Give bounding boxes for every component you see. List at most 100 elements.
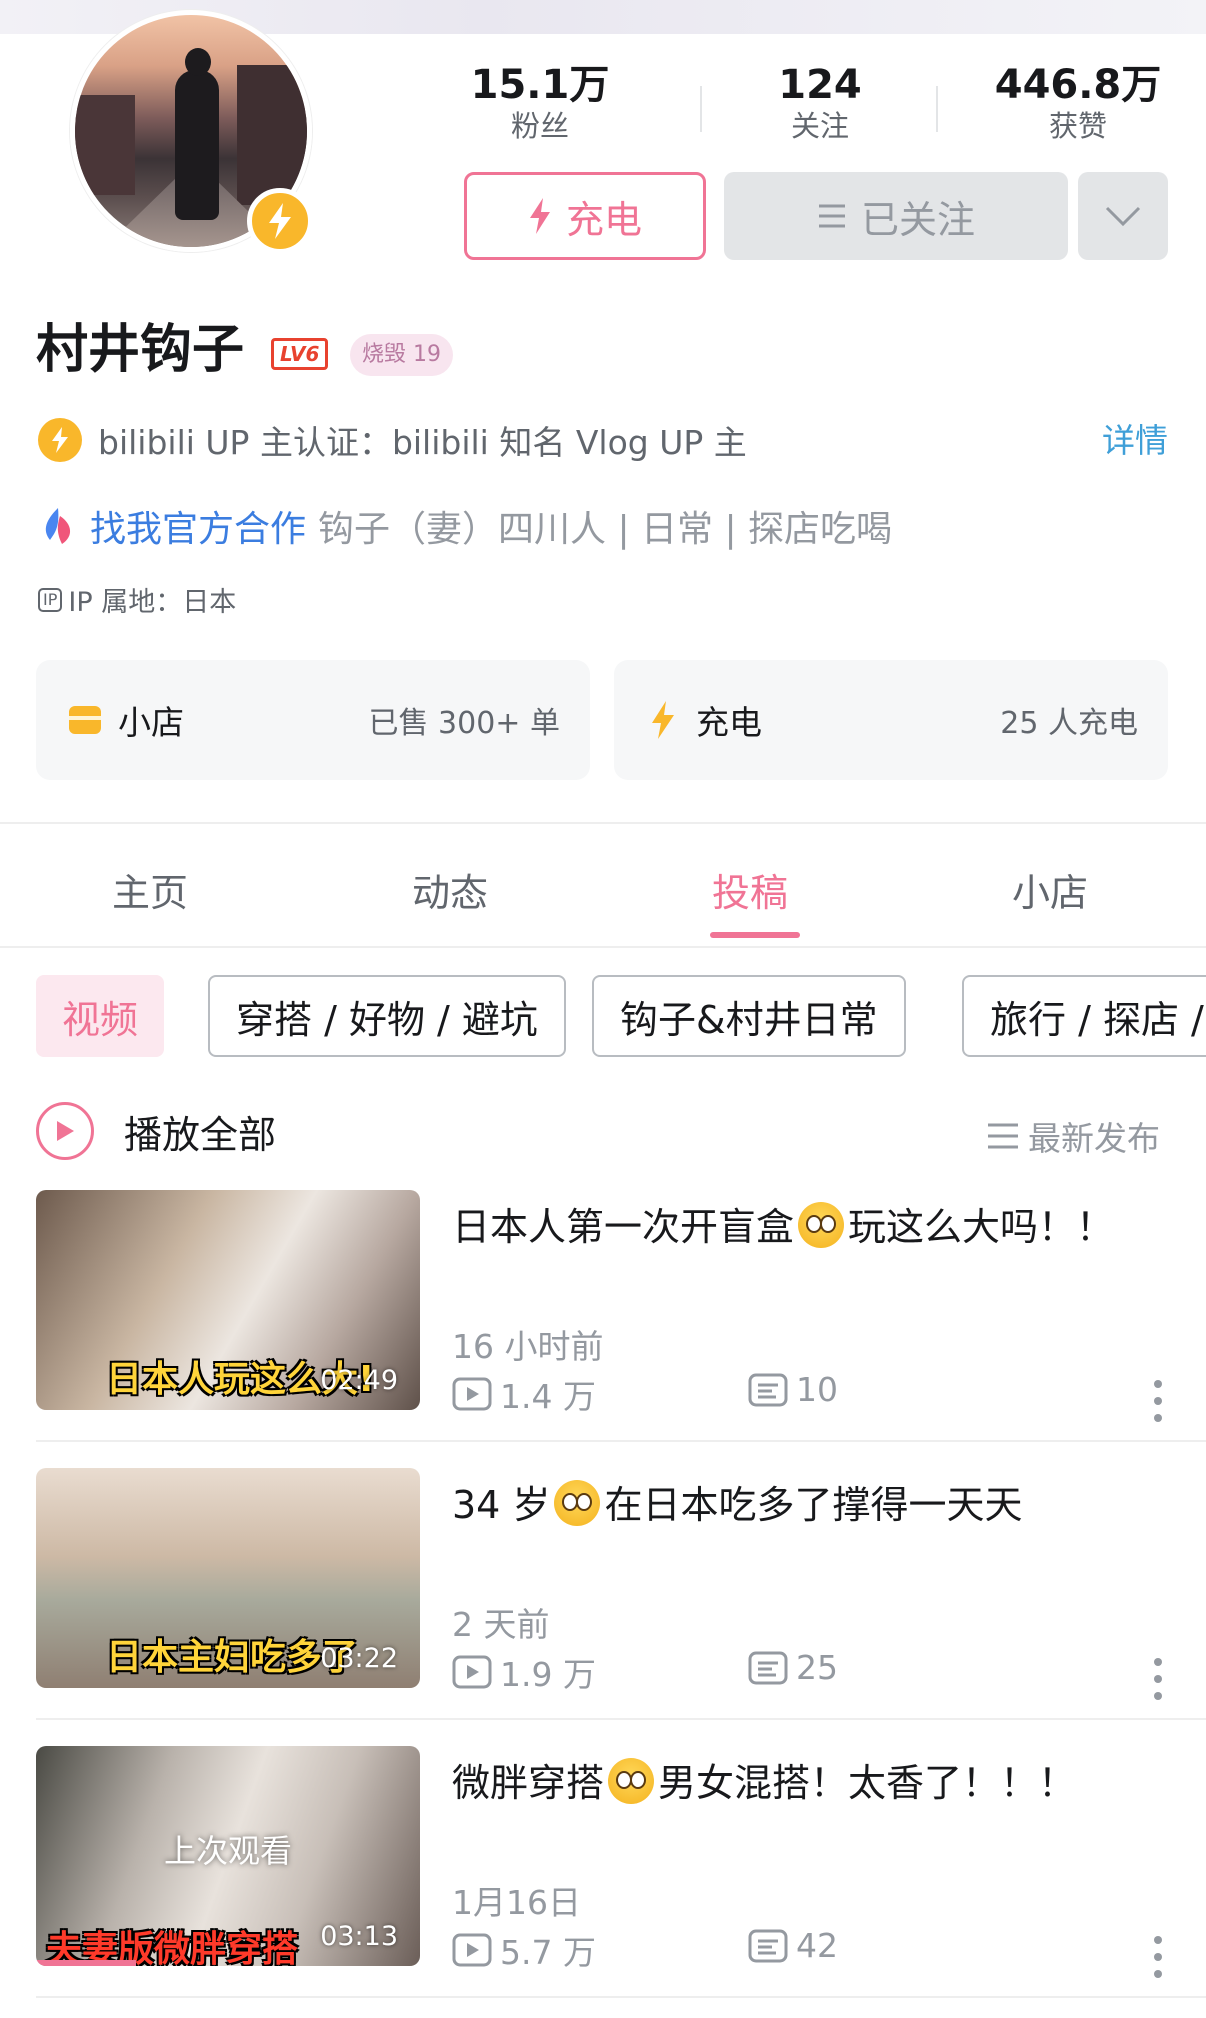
stat-divider bbox=[936, 86, 938, 132]
list-divider bbox=[36, 1718, 1206, 1720]
video-title-part: 微胖穿搭 bbox=[452, 1761, 605, 1805]
watch-progress-bar bbox=[36, 1960, 136, 1966]
cooperation-logo-icon bbox=[45, 508, 71, 544]
more-options-icon[interactable] bbox=[1148, 1376, 1168, 1426]
danmaku-count-text: 10 bbox=[796, 1370, 838, 1409]
video-item[interactable]: 上次观看 夫妻版微胖穿搭 03:13 微胖穿搭 男女混搭！太香了！！！ 1月16日… bbox=[0, 1746, 1206, 1986]
play-count-icon bbox=[452, 1377, 492, 1411]
danmaku-count-text: 25 bbox=[796, 1648, 838, 1687]
certification-text: bilibili UP 主认证：bilibili 知名 Vlog UP 主 bbox=[98, 423, 747, 462]
likes-label: 获赞 bbox=[1048, 109, 1107, 143]
video-title-part: 男女混搭！太香了！！！ bbox=[658, 1761, 1077, 1805]
charge-bolt-icon bbox=[644, 701, 682, 739]
chip-outfits[interactable]: 穿搭 / 好物 / 避坑 bbox=[208, 975, 566, 1057]
tab-home[interactable]: 主页 bbox=[70, 862, 230, 917]
bolt-icon bbox=[529, 198, 550, 234]
video-thumbnail[interactable]: 日本主妇吃多了 03:22 bbox=[36, 1468, 420, 1688]
chip-videos[interactable]: 视频 bbox=[36, 975, 165, 1057]
list-icon bbox=[988, 1123, 1018, 1149]
detail-link[interactable]: 详情 bbox=[1102, 414, 1168, 462]
video-duration: 03:22 bbox=[320, 1643, 398, 1674]
chip-travel[interactable]: 旅行 / 探店 / bbox=[962, 975, 1206, 1057]
video-title-part: 玩这么大吗！！ bbox=[848, 1205, 1115, 1249]
stat-fans[interactable]: 15.1万 粉丝 bbox=[470, 62, 610, 144]
followed-button-label: 已关注 bbox=[860, 197, 975, 242]
list-divider bbox=[36, 1996, 1206, 1998]
last-watched-label: 上次观看 bbox=[163, 1832, 292, 1870]
play-count-icon bbox=[452, 1655, 492, 1689]
video-title-part: 在日本吃多了撑得一天天 bbox=[604, 1483, 1023, 1527]
chevron-down-icon bbox=[1105, 206, 1141, 227]
video-publish-time: 16 小时前 bbox=[452, 1327, 604, 1366]
eye-roll-emoji-icon bbox=[554, 1480, 601, 1526]
official-cooperation-link[interactable]: 找我官方合作 bbox=[90, 500, 306, 552]
video-duration: 02:49 bbox=[320, 1365, 398, 1396]
play-count-text: 1.9 万 bbox=[500, 1655, 596, 1694]
danmaku-count-text: 42 bbox=[796, 1926, 838, 1965]
play-count-text: 1.4 万 bbox=[500, 1377, 596, 1416]
level-badge: LV6 bbox=[271, 338, 329, 370]
tabs-divider bbox=[0, 946, 1206, 948]
followed-button[interactable]: 已关注 bbox=[724, 172, 1068, 260]
video-item[interactable]: 日本主妇吃多了 03:22 34 岁 在日本吃多了撑得一天天 2 天前 1.9 万… bbox=[0, 1468, 1206, 1708]
charge-button[interactable]: 充电 bbox=[464, 172, 706, 260]
shop-card-sold: 已售 300+ 单 bbox=[368, 706, 560, 741]
video-title[interactable]: 微胖穿搭 男女混搭！太香了！！！ bbox=[452, 1752, 1076, 1807]
more-options-icon[interactable] bbox=[1148, 1654, 1168, 1704]
profile-name: 村井钩子 bbox=[36, 320, 245, 380]
more-options-icon[interactable] bbox=[1148, 1932, 1168, 1982]
stat-likes[interactable]: 446.8万 获赞 bbox=[978, 62, 1178, 144]
fan-medal-badge[interactable]: 烧毁 19 bbox=[350, 334, 453, 376]
video-item[interactable]: 日本人玩这么大! 02:49 日本人第一次开盲盒 玩这么大吗！！ 16 小时前 1… bbox=[0, 1190, 1206, 1430]
video-duration: 03:13 bbox=[320, 1921, 398, 1952]
menu-lines-icon bbox=[818, 204, 845, 228]
play-count-text: 5.7 万 bbox=[500, 1933, 596, 1972]
tab-shop[interactable]: 小店 bbox=[970, 862, 1130, 917]
charge-card[interactable]: 充电 25 人充电 bbox=[614, 660, 1168, 780]
video-title[interactable]: 34 岁 在日本吃多了撑得一天天 bbox=[452, 1474, 1022, 1529]
following-count: 124 bbox=[778, 62, 862, 108]
shop-card[interactable]: 小店 已售 300+ 单 bbox=[36, 660, 590, 780]
verified-bolt-icon bbox=[38, 418, 82, 462]
ip-location-text: IP 属地：日本 bbox=[68, 587, 237, 618]
stat-divider bbox=[700, 86, 702, 132]
play-all-button[interactable]: 播放全部 bbox=[36, 1102, 276, 1160]
video-title-part: 34 岁 bbox=[452, 1483, 551, 1527]
list-divider bbox=[36, 1440, 1206, 1442]
certification-row: bilibili UP 主认证：bilibili 知名 Vlog UP 主 bbox=[38, 416, 747, 464]
video-play-count: 5.7 万 bbox=[452, 1926, 596, 1974]
shop-icon bbox=[66, 701, 104, 739]
video-danmaku-count: 25 bbox=[748, 1648, 838, 1687]
ip-location: IP IP 属地：日本 bbox=[38, 580, 236, 619]
video-thumbnail[interactable]: 上次观看 夫妻版微胖穿搭 03:13 bbox=[36, 1746, 420, 1966]
video-publish-time: 1月16日 bbox=[452, 1883, 581, 1922]
tab-submissions[interactable]: 投稿 bbox=[670, 862, 830, 917]
active-tab-indicator bbox=[710, 932, 800, 938]
chip-daily[interactable]: 钩子&村井日常 bbox=[592, 975, 906, 1057]
following-label: 关注 bbox=[790, 109, 849, 143]
cooperation-row: 找我官方合作 钩子（妻）四川人 | 日常 | 探店吃喝 bbox=[38, 500, 892, 552]
video-publish-time: 2 天前 bbox=[452, 1605, 550, 1644]
danmaku-icon bbox=[748, 1929, 788, 1962]
video-danmaku-count: 10 bbox=[748, 1370, 838, 1409]
ip-icon: IP bbox=[38, 587, 63, 612]
likes-count: 446.8万 bbox=[994, 62, 1162, 108]
fans-label: 粉丝 bbox=[510, 109, 569, 143]
play-all-label: 播放全部 bbox=[124, 1112, 277, 1157]
bio-text: 钩子（妻）四川人 | 日常 | 探店吃喝 bbox=[318, 509, 893, 550]
stat-following[interactable]: 124 关注 bbox=[760, 62, 880, 144]
video-title[interactable]: 日本人第一次开盲盒 玩这么大吗！！ bbox=[452, 1196, 1114, 1251]
shop-card-title: 小店 bbox=[118, 703, 184, 742]
flushed-emoji-icon bbox=[608, 1758, 655, 1804]
more-dropdown-button[interactable] bbox=[1078, 172, 1168, 260]
charge-card-count: 25 人充电 bbox=[1000, 706, 1138, 741]
danmaku-icon bbox=[748, 1373, 788, 1406]
charge-button-label: 充电 bbox=[565, 197, 642, 242]
danmaku-icon bbox=[748, 1651, 788, 1684]
video-thumbnail[interactable]: 日本人玩这么大! 02:49 bbox=[36, 1190, 420, 1410]
fans-count: 15.1万 bbox=[470, 62, 610, 108]
tab-dynamics[interactable]: 动态 bbox=[370, 862, 530, 917]
sort-label: 最新发布 bbox=[1028, 1119, 1160, 1158]
charge-bolt-icon bbox=[247, 188, 313, 254]
sort-button[interactable]: 最新发布 bbox=[986, 1112, 1160, 1160]
